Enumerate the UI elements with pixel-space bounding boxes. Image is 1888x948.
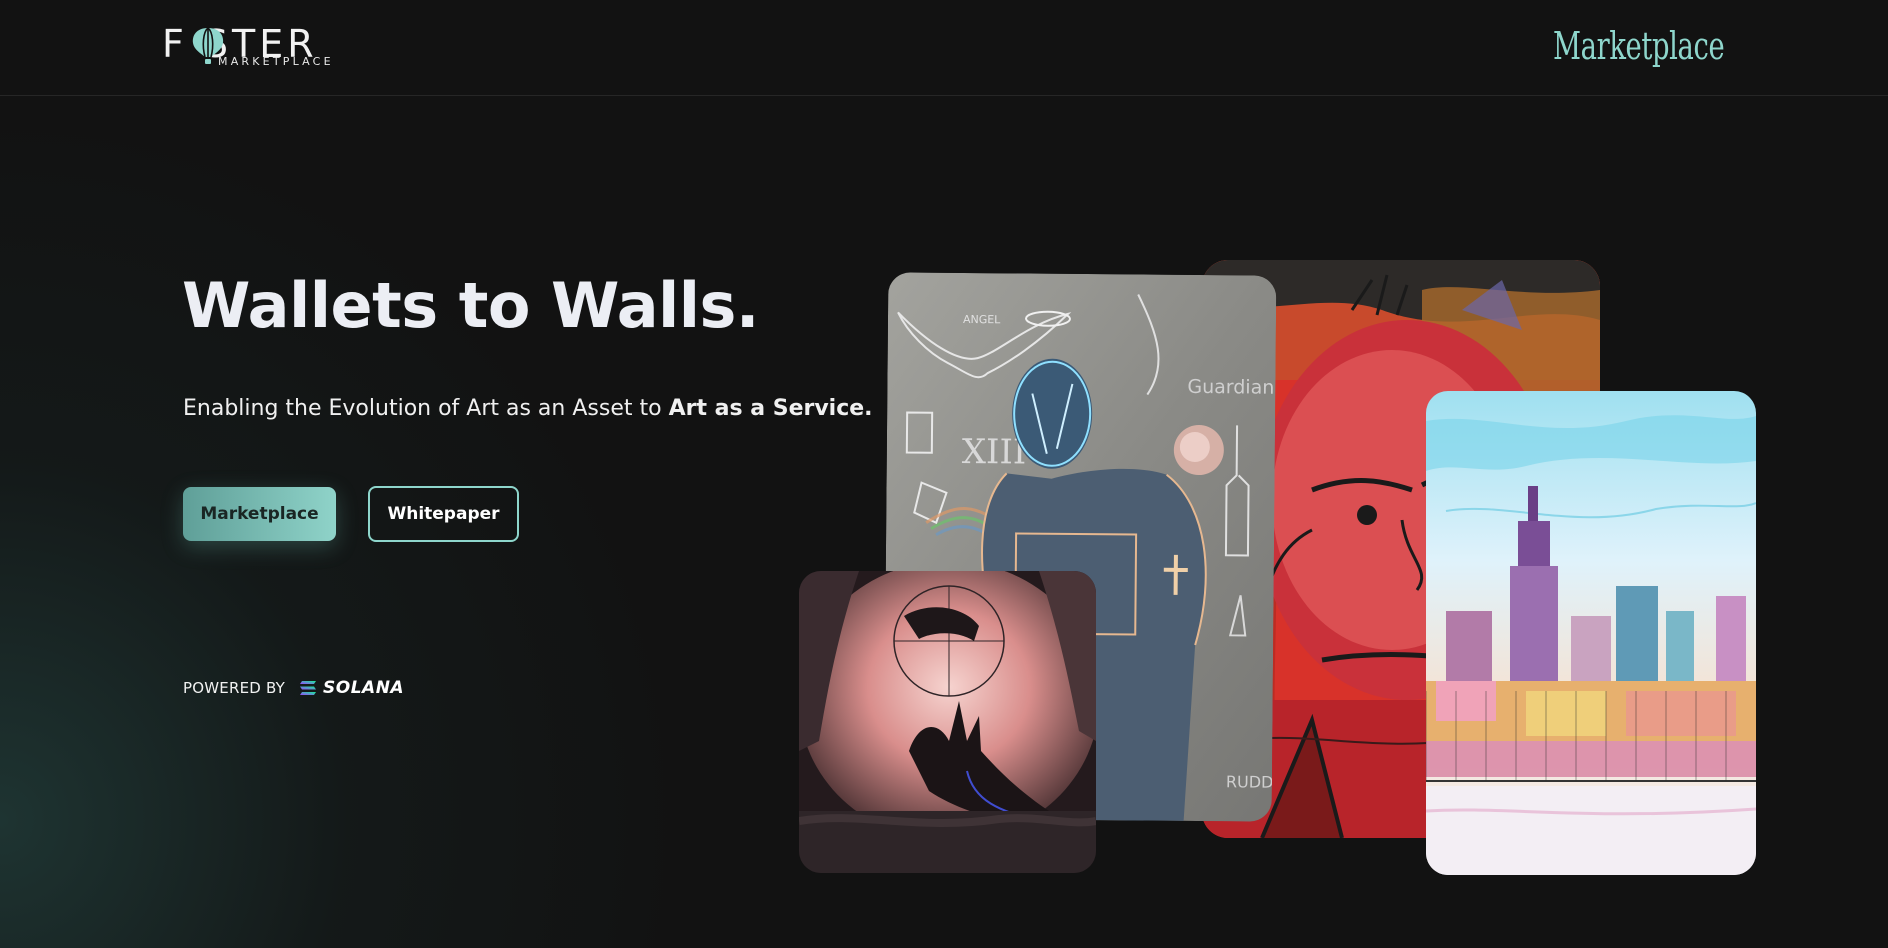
angel-label: ANGEL bbox=[963, 313, 1001, 326]
background-glow bbox=[0, 96, 700, 948]
hero-subtitle-text: Enabling the Evolution of Art as an Asse… bbox=[183, 396, 669, 421]
whitepaper-button[interactable]: Whitepaper bbox=[368, 486, 519, 542]
powered-by-label: POWERED BY bbox=[183, 679, 286, 697]
marketplace-button[interactable]: Marketplace bbox=[183, 487, 336, 541]
floating-hand-artwork[interactable] bbox=[799, 571, 1096, 873]
foster-logo[interactable]: F STER MARKETPLACE bbox=[162, 22, 342, 70]
logo-subtitle: MARKETPLACE bbox=[218, 55, 334, 68]
rudd-label: RUDD bbox=[1226, 772, 1274, 791]
hero-subtitle: Enabling the Evolution of Art as an Asse… bbox=[183, 394, 873, 424]
solana-icon bbox=[300, 681, 317, 695]
site-header: F STER MARKETPLACE Marketplace bbox=[0, 0, 1888, 96]
hero-subtitle-emphasis: Art as a Service. bbox=[668, 396, 873, 421]
hero-title: Wallets to Walls. bbox=[182, 269, 760, 342]
nav-marketplace-link[interactable]: Marketplace bbox=[1553, 22, 1725, 70]
guardian-label: Guardian bbox=[1187, 376, 1274, 399]
solana-logo[interactable]: SOLANA bbox=[299, 678, 404, 698]
city-skyline-artwork[interactable] bbox=[1426, 391, 1756, 875]
powered-by: POWERED BY SOLANA bbox=[183, 676, 404, 700]
solana-wordmark: SOLANA bbox=[323, 678, 405, 698]
